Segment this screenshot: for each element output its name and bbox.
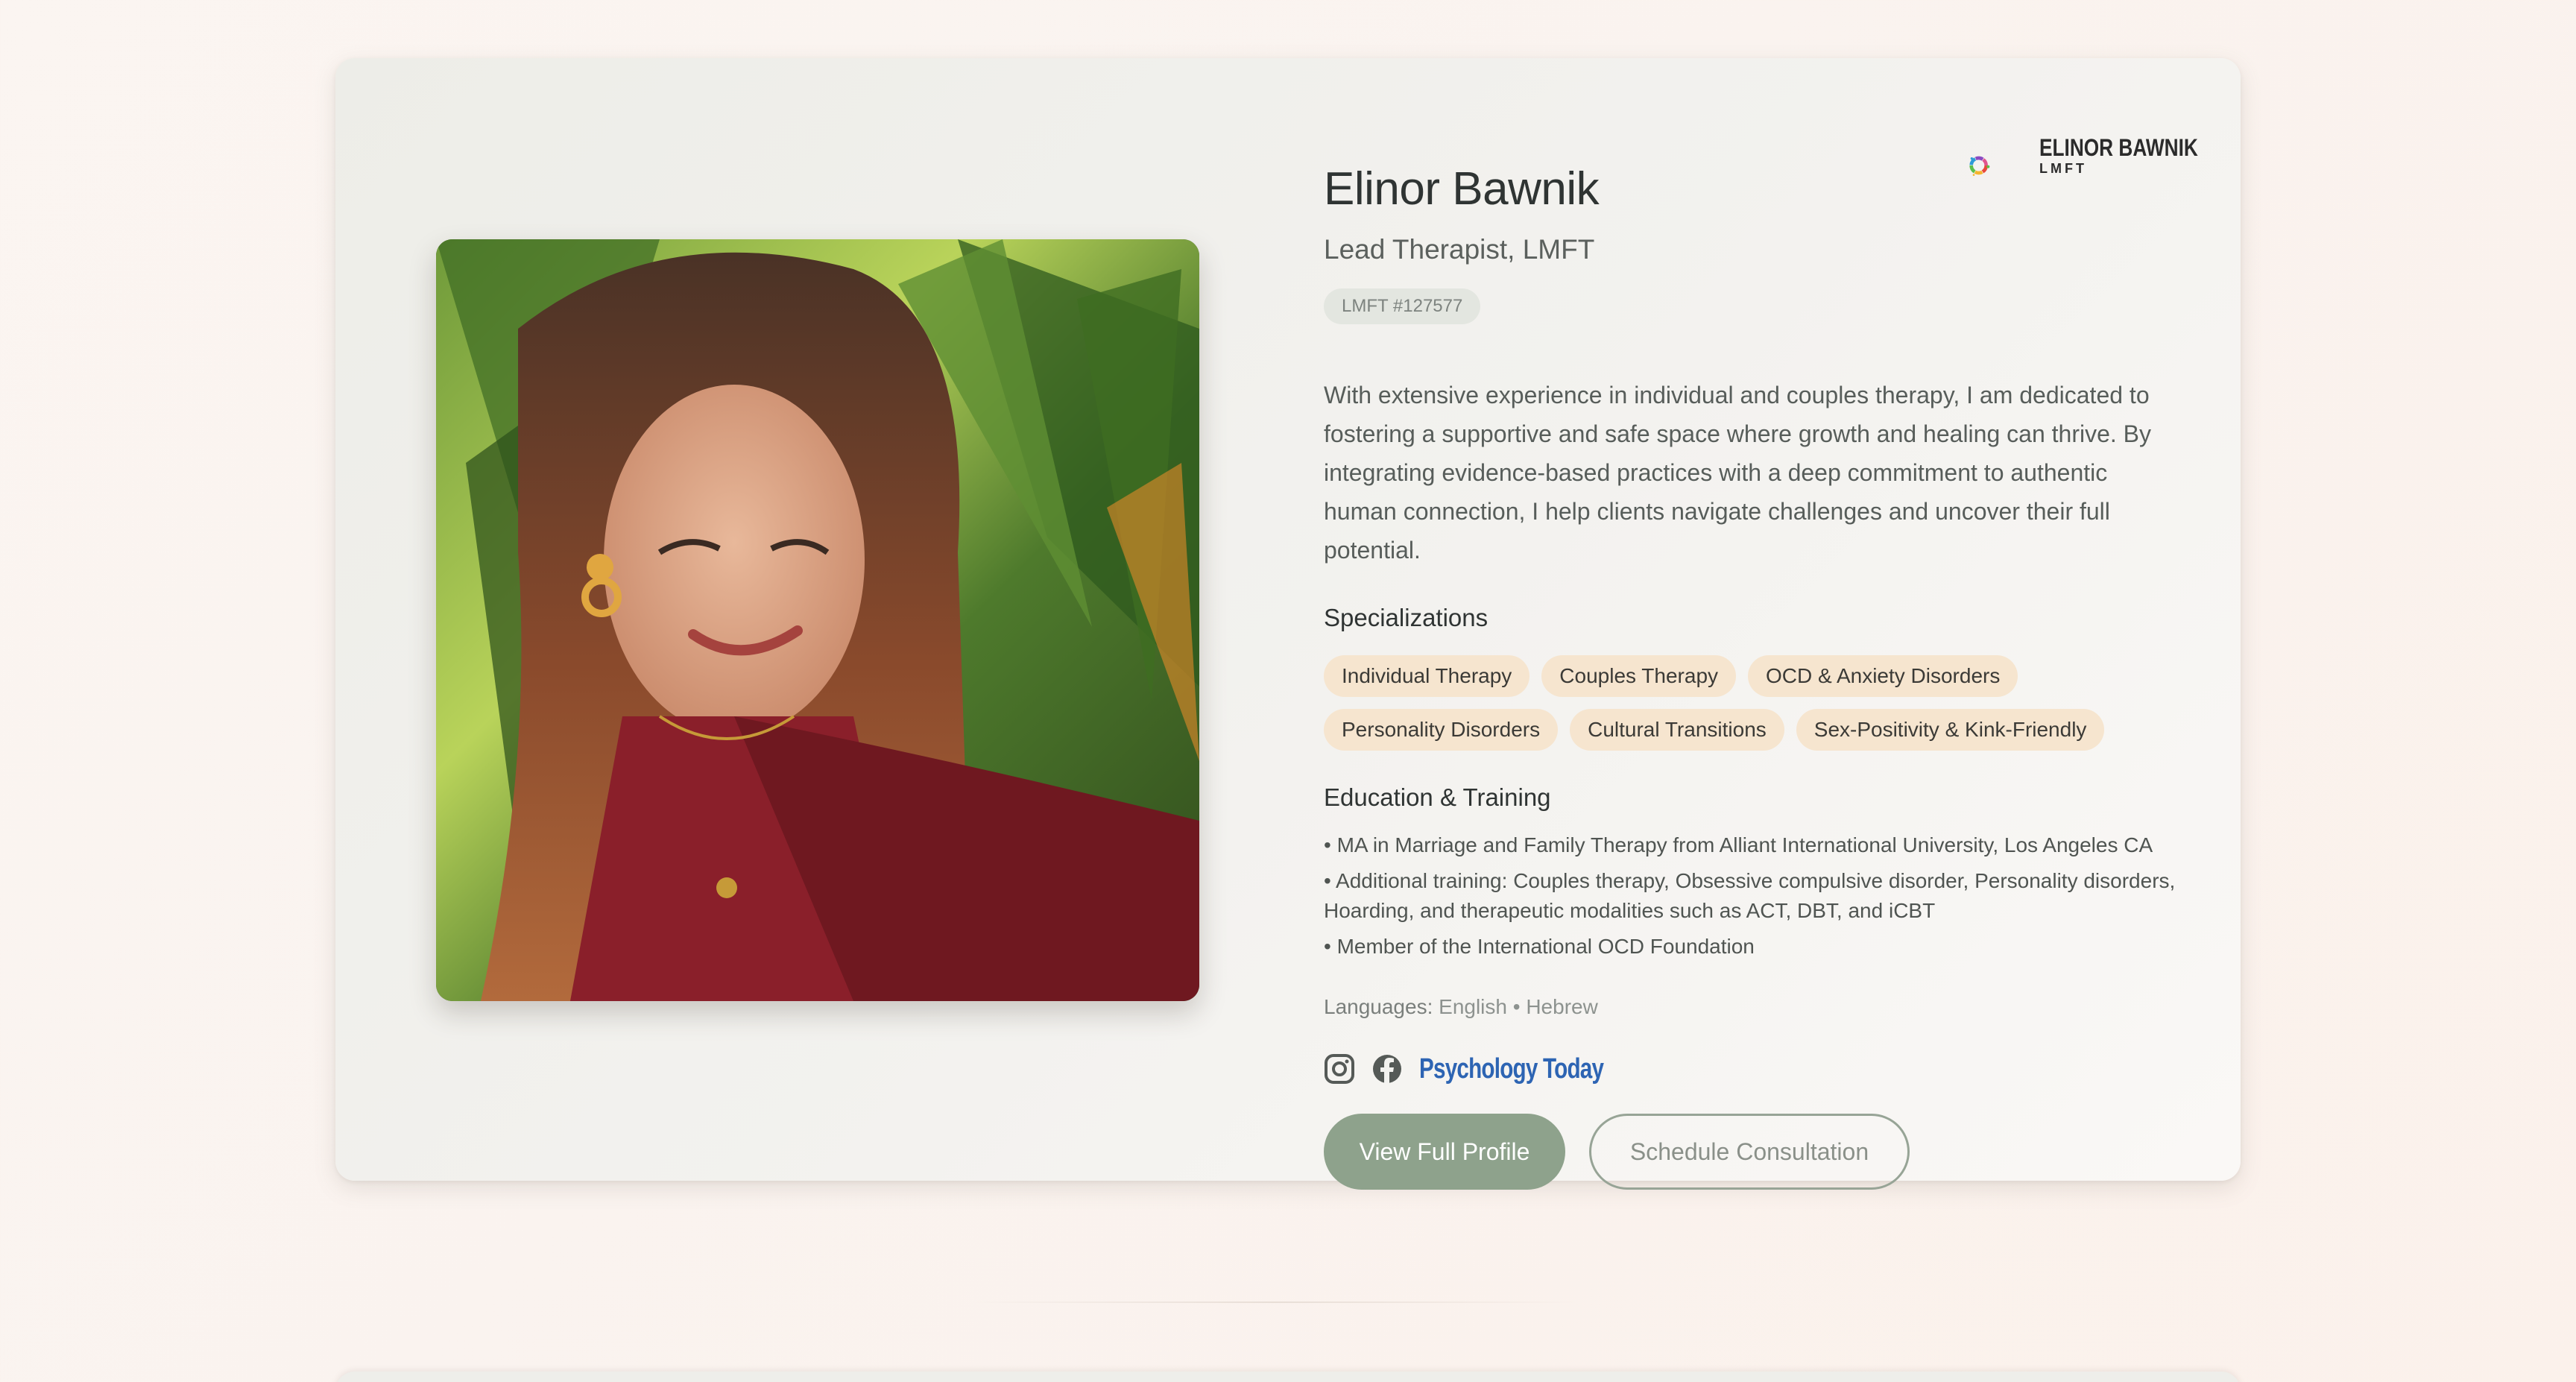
schedule-consultation-button[interactable]: Schedule Consultation — [1589, 1114, 1910, 1190]
next-therapist-card — [335, 1372, 2241, 1382]
therapist-role: Lead Therapist, LMFT — [1324, 234, 1595, 265]
therapist-bio: With extensive experience in individual … — [1324, 382, 2151, 564]
specialization-chip: Sex-Positivity & Kink-Friendly — [1796, 709, 2105, 751]
languages: Languages: English • Hebrew — [1324, 995, 1598, 1019]
section-divider — [969, 1301, 1580, 1303]
instagram-icon[interactable] — [1324, 1053, 1355, 1085]
education-item: • Member of the International OCD Founda… — [1324, 935, 1755, 958]
specializations-title: Specializations — [1324, 604, 1489, 631]
specialization-chip: Cultural Transitions — [1570, 709, 1784, 751]
languages-label: Languages: — [1324, 995, 1433, 1018]
education-item: • MA in Marriage and Family Therapy from… — [1324, 833, 2153, 856]
colorful-ring-logo-icon — [1969, 156, 1990, 176]
education-list: • MA in Marriage and Family Therapy from… — [1324, 830, 2181, 968]
therapist-info: Elinor Bawnik Lead Therapist, LMFT LMFT … — [1324, 58, 2198, 1190]
specialization-chip: OCD & Anxiety Disorders — [1748, 655, 2018, 697]
view-full-profile-button[interactable]: View Full Profile — [1324, 1114, 1565, 1190]
therapist-photo — [436, 239, 1199, 1001]
languages-value: English • Hebrew — [1439, 995, 1598, 1018]
psychology-today-link[interactable]: Psychology Today — [1419, 1053, 1604, 1085]
specialization-chip: Individual Therapy — [1324, 655, 1530, 697]
logo-credential: LMFT — [2039, 161, 2087, 176]
therapist-name: Elinor Bawnik — [1324, 163, 1600, 215]
specialization-chip: Personality Disorders — [1324, 709, 1559, 751]
specializations-row-1: Individual Therapy Couples Therapy OCD &… — [1324, 655, 2018, 697]
education-title: Education & Training — [1324, 783, 1551, 811]
specialization-chip: Couples Therapy — [1541, 655, 1737, 697]
facebook-icon[interactable] — [1371, 1053, 1403, 1085]
logo-name: ELINOR BAWNIK — [2039, 134, 2198, 161]
license-badge: LMFT #127577 — [1324, 288, 1481, 324]
education-item: • Additional training: Couples therapy, … — [1324, 869, 2176, 922]
social-links: Psychology Today — [1324, 1051, 1655, 1087]
specializations-row-2: Personality Disorders Cultural Transitio… — [1324, 709, 2105, 751]
therapist-card: Elinor Bawnik Lead Therapist, LMFT LMFT … — [335, 58, 2241, 1190]
